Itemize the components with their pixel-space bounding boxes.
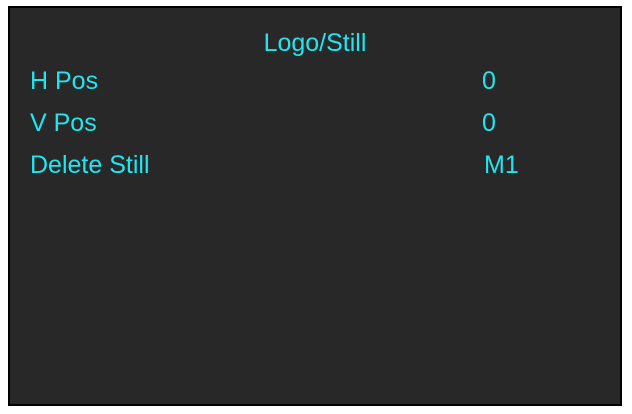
osd-menu-screen: Logo/Still H Pos 0 V Pos 0 Delete Still … xyxy=(8,6,622,406)
menu-item-value[interactable]: 0 xyxy=(482,64,496,98)
menu-item-label: H Pos xyxy=(30,67,99,95)
menu-item-delete-still[interactable]: Delete Still M1 xyxy=(10,148,620,182)
menu-title: Logo/Still xyxy=(263,29,367,57)
menu-item-label: V Pos xyxy=(30,109,97,137)
menu-item-label: Delete Still xyxy=(30,151,150,179)
menu-item-h-pos[interactable]: H Pos 0 xyxy=(10,64,620,98)
menu-item-v-pos[interactable]: V Pos 0 xyxy=(10,106,620,140)
menu-item-value[interactable]: 0 xyxy=(482,106,496,140)
menu-item-value[interactable]: M1 xyxy=(484,148,519,182)
